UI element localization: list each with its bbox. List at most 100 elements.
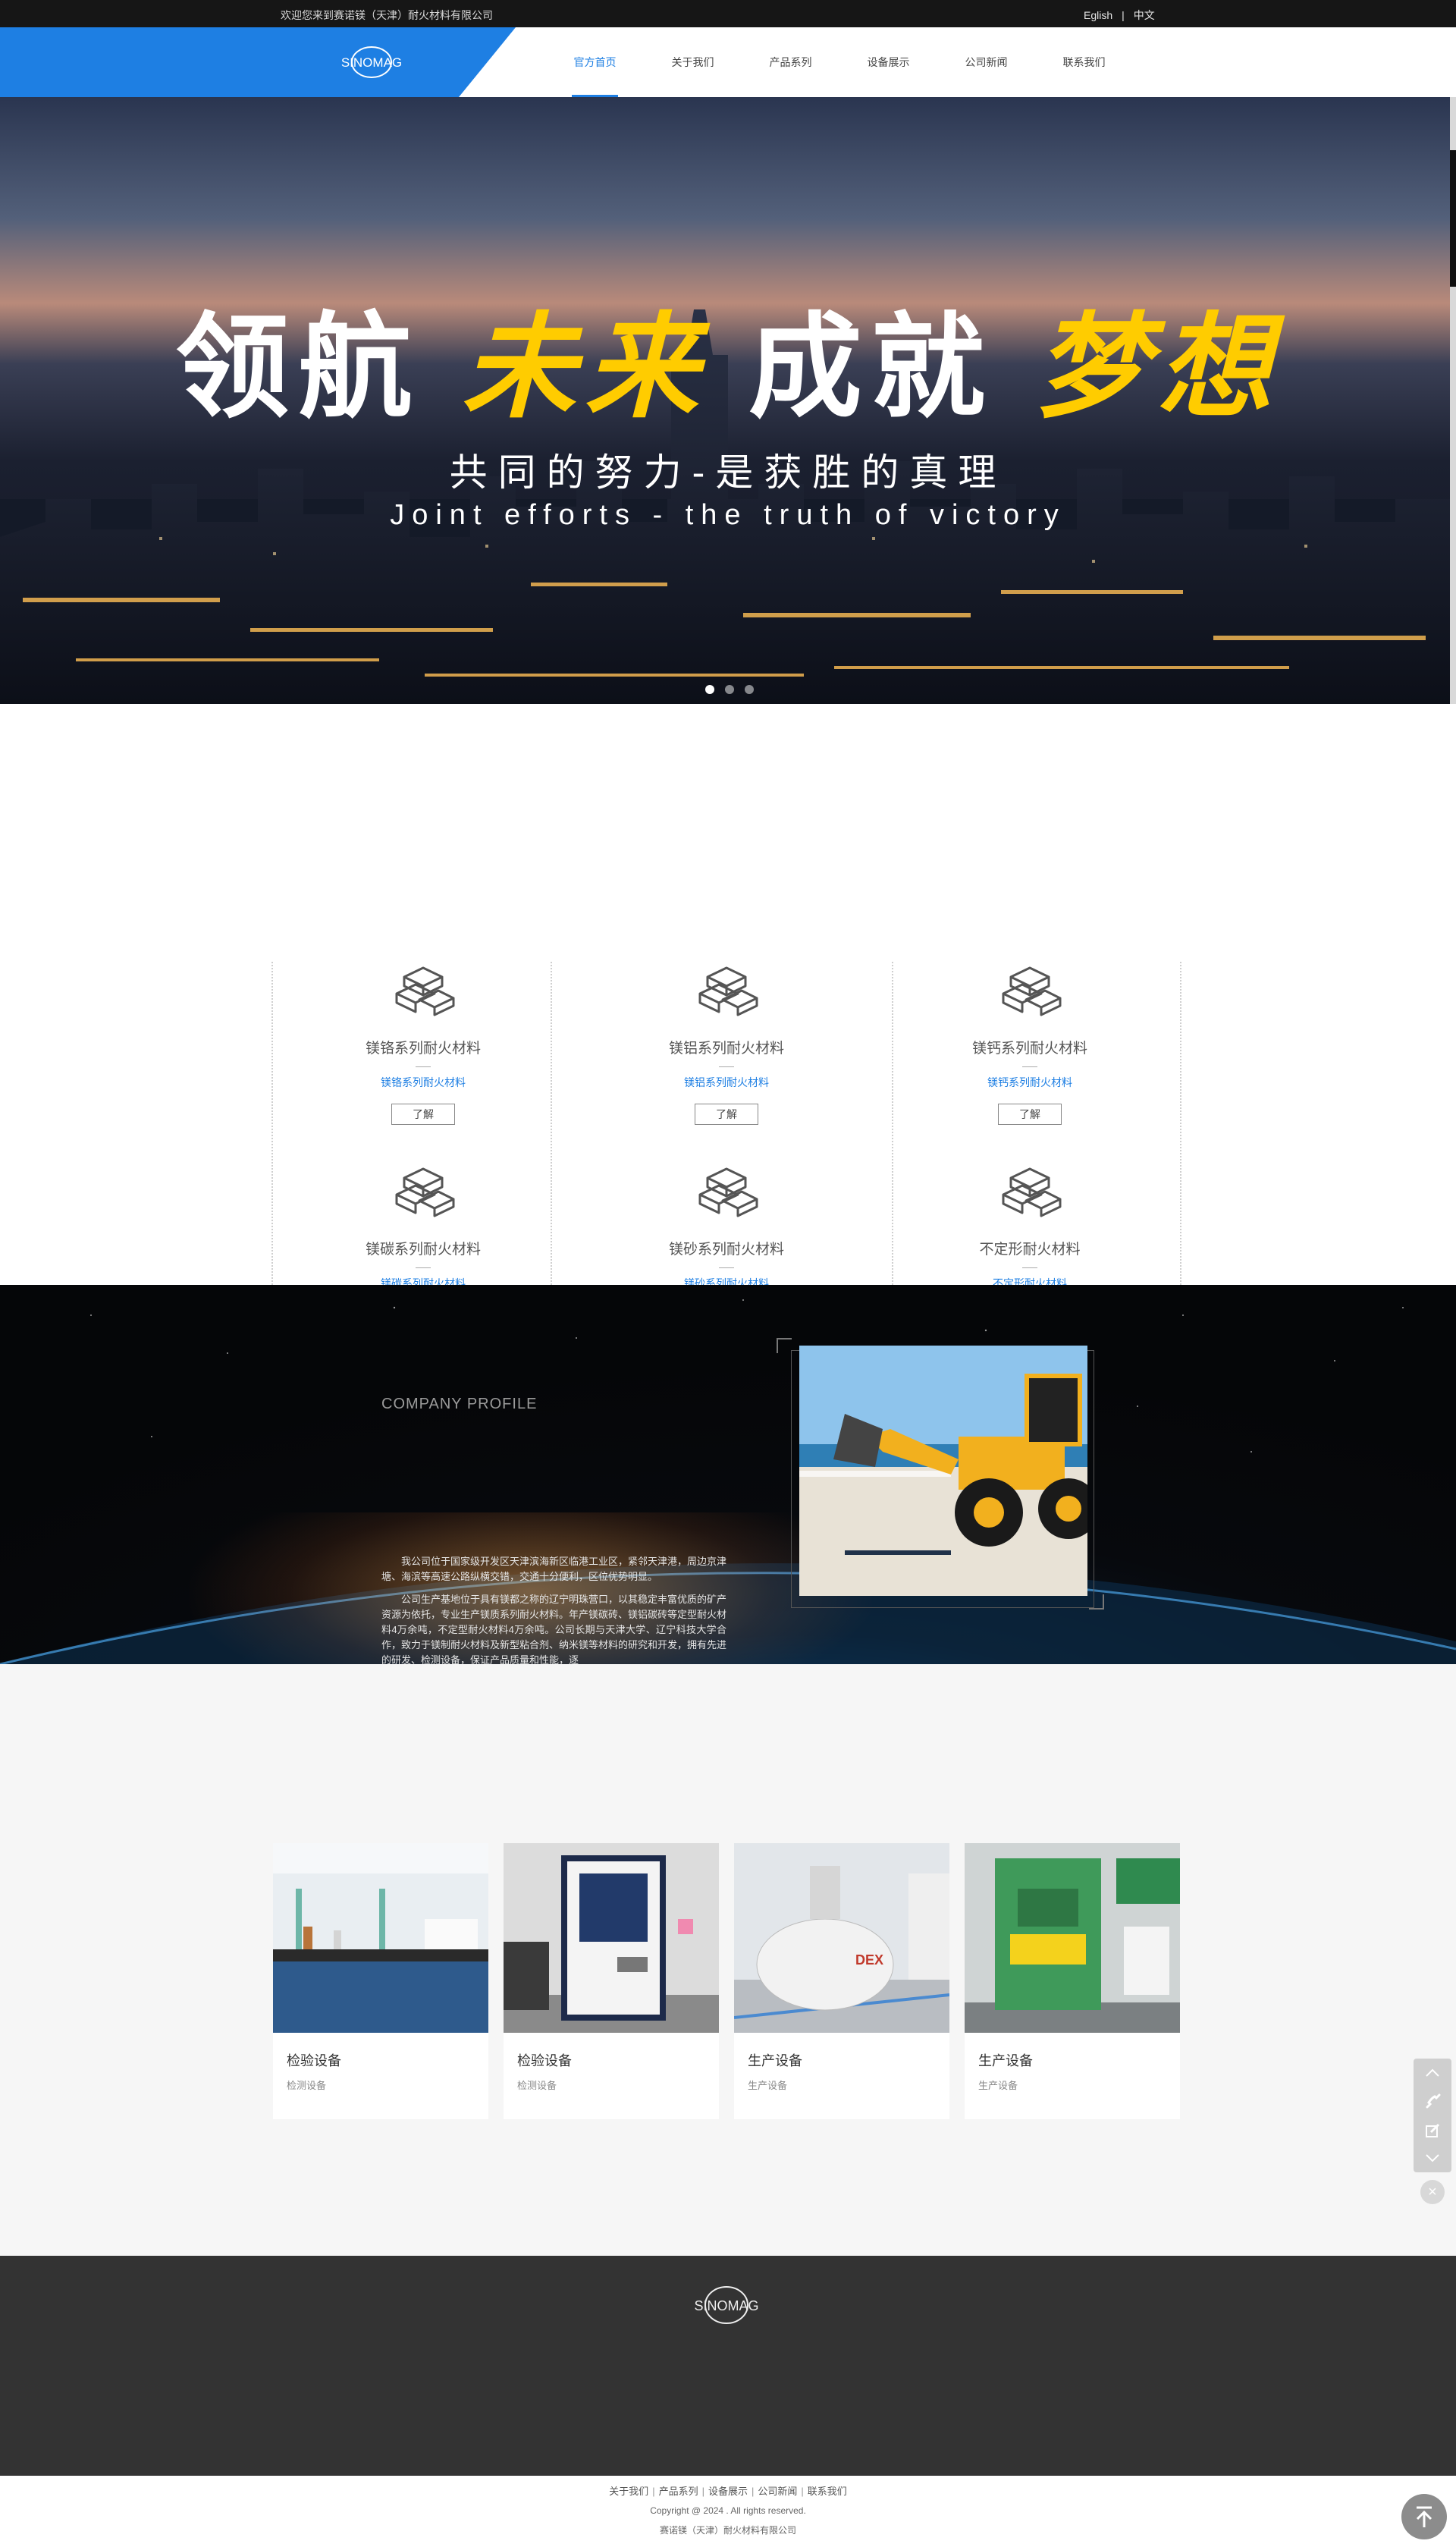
equipment-photo-mixer: DEX (733, 1843, 950, 2033)
slide-dot[interactable] (745, 685, 754, 694)
hero-banner[interactable]: 领航 未来 成就 梦想 共同的努力-是获胜的真理 Joint efforts -… (0, 97, 1456, 704)
equipment-subtitle: 检测设备 (287, 2080, 327, 2091)
product-card-6[interactable]: 不定形耐火材料 不定形耐火材料 了解 (878, 1163, 1181, 1285)
footer-link-contact[interactable]: 联系我们 (808, 2486, 847, 2497)
nav-home[interactable]: 官方首页 (546, 27, 644, 97)
product-name: 镁砂系列耐火材料 (668, 1242, 784, 1258)
nav-products[interactable]: 产品系列 (742, 27, 839, 97)
phone-icon[interactable] (1414, 2087, 1451, 2116)
profile-paragraph-1: 我公司位于国家级开发区天津滨海新区临港工业区，紧邻天津港，周边京津塘、海滨等高速… (381, 1556, 726, 1582)
divider (719, 1267, 734, 1268)
product-name: 镁碳系列耐火材料 (365, 1242, 481, 1258)
brick-stack-icon (395, 966, 455, 1016)
footer-link-equipment[interactable]: 设备展示 (708, 2486, 748, 2497)
chevron-up-icon[interactable] (1414, 2059, 1451, 2087)
hero-subtitle-english: Joint efforts - the truth of victory (390, 499, 1066, 531)
equipment-card-3[interactable]: DEX 生产设备 生产设备 (733, 1843, 950, 2119)
product-card-2[interactable]: 镁铝系列耐火材料 镁铝系列耐火材料 了解 (575, 962, 878, 1125)
scrollbar-thumb[interactable] (1450, 150, 1456, 287)
brick-stack-icon (395, 1167, 455, 1217)
site-footer: SINOMAG (0, 2256, 1456, 2476)
hero-slide-dots (705, 685, 754, 694)
products-section: 镁铬系列耐火材料 镁铬系列耐火材料 了解 镁铝系列耐火材料 镁铝系列耐火材料 了… (0, 704, 1456, 1285)
product-subtitle[interactable]: 镁铝系列耐火材料 (575, 1075, 878, 1090)
footer-link-about[interactable]: 关于我们 (609, 2486, 648, 2497)
footer-logo[interactable]: SINOMAG (681, 2279, 772, 2332)
footer-link-products[interactable]: 产品系列 (659, 2486, 698, 2497)
learn-more-button[interactable]: 了解 (998, 1104, 1062, 1125)
product-card-5[interactable]: 镁砂系列耐火材料 镁砂系列耐火材料 了解 (575, 1163, 878, 1285)
welcome-text: 欢迎您来到赛诺镁（天津）耐火材料有限公司 (281, 9, 493, 21)
divider (719, 1066, 734, 1067)
brick-stack-icon (698, 966, 758, 1016)
edit-icon[interactable] (1414, 2116, 1451, 2145)
equipment-photo-press (965, 1843, 1180, 2033)
side-float-toolbar (1414, 2059, 1451, 2172)
product-subtitle[interactable]: 镁碳系列耐火材料 (271, 1276, 575, 1285)
lang-chinese-link[interactable]: 中文 (1134, 9, 1155, 21)
equipment-card-1[interactable]: 检验设备 检测设备 (273, 1843, 488, 2119)
equipment-title: 检验设备 (287, 2053, 341, 2068)
nav-equipment[interactable]: 设备展示 (839, 27, 937, 97)
nav-contact[interactable]: 联系我们 (1035, 27, 1133, 97)
slide-dot[interactable] (725, 685, 734, 694)
product-subtitle[interactable]: 镁砂系列耐火材料 (575, 1276, 878, 1285)
product-name: 不定形耐火材料 (979, 1242, 1081, 1258)
equipment-photo-lab (273, 1843, 488, 2033)
hero-title: 领航 未来 成就 梦想 (0, 275, 1456, 440)
divider (416, 1066, 431, 1067)
equipment-section: 检验设备 检测设备 检验设备 检测设备 DEX 生产设备 生产设备 生产设备 生… (0, 1664, 1456, 2256)
company-profile-section: COMPANY PROFILE 我公司位于国家级开发区天津滨海新区临港工业区，紧… (0, 1285, 1456, 1664)
copyright-text: Copyright @ 2024 . All rights reserved. (650, 2505, 806, 2516)
equipment-subtitle: 生产设备 (978, 2080, 1018, 2091)
top-bar: 欢迎您来到赛诺镁（天津）耐火材料有限公司 Eglish | 中文 (0, 0, 1456, 27)
wheel-loader-photo (799, 1346, 1087, 1596)
slide-dot[interactable] (705, 685, 714, 694)
equipment-subtitle: 生产设备 (748, 2080, 788, 2091)
back-to-top-button[interactable] (1401, 2494, 1447, 2539)
product-subtitle[interactable]: 镁钙系列耐火材料 (878, 1075, 1181, 1090)
link-separator: | (752, 2486, 755, 2497)
language-switch: Eglish | 中文 (1079, 8, 1159, 23)
footer-link-news[interactable]: 公司新闻 (758, 2486, 797, 2497)
page-scrollbar[interactable] (1450, 97, 1456, 704)
sinomag-logo[interactable]: SINOMAG (326, 44, 417, 80)
divider (416, 1267, 431, 1268)
equipment-card-4[interactable]: 生产设备 生产设备 (965, 1843, 1180, 2119)
product-subtitle[interactable]: 不定形耐火材料 (878, 1276, 1181, 1285)
learn-more-button[interactable]: 了解 (695, 1104, 758, 1125)
lang-separator: | (1122, 9, 1125, 21)
divider (1022, 1267, 1037, 1268)
product-subtitle[interactable]: 镁铬系列耐火材料 (271, 1075, 575, 1090)
equipment-card-2[interactable]: 检验设备 检测设备 (504, 1843, 719, 2119)
lang-english-link[interactable]: Eglish (1084, 9, 1112, 21)
main-nav: 官方首页 关于我们 产品系列 设备展示 公司新闻 联系我们 (546, 27, 1133, 97)
product-card-1[interactable]: 镁铬系列耐火材料 镁铬系列耐火材料 了解 (271, 962, 575, 1125)
product-card-4[interactable]: 镁碳系列耐火材料 镁碳系列耐火材料 了解 (271, 1163, 575, 1285)
hero-title-part-2: 未来 (462, 300, 708, 434)
arrow-up-icon (1416, 2506, 1432, 2527)
product-name: 镁铝系列耐火材料 (668, 1041, 784, 1057)
hero-title-part-3: 成就 (748, 303, 994, 431)
nav-about[interactable]: 关于我们 (644, 27, 742, 97)
equipment-photo-analyzer (504, 1843, 719, 2033)
product-name: 镁铬系列耐火材料 (365, 1041, 481, 1057)
learn-more-button[interactable]: 了解 (391, 1104, 455, 1125)
link-separator: | (652, 2486, 655, 2497)
product-card-3[interactable]: 镁钙系列耐火材料 镁钙系列耐火材料 了解 (878, 962, 1181, 1125)
divider (1022, 1066, 1037, 1067)
product-grid: 镁铬系列耐火材料 镁铬系列耐火材料 了解 镁铝系列耐火材料 镁铝系列耐火材料 了… (271, 962, 1181, 1285)
frame-corner (1089, 1594, 1104, 1610)
nav-news[interactable]: 公司新闻 (937, 27, 1035, 97)
brick-stack-icon (1002, 966, 1062, 1016)
chevron-down-icon[interactable] (1414, 2144, 1451, 2172)
footer-links: 关于我们 | 产品系列 | 设备展示 | 公司新闻 | 联系我们 (0, 2483, 1456, 2498)
close-icon[interactable]: × (1420, 2180, 1445, 2204)
hero-title-part-4: 梦想 (1034, 300, 1281, 434)
frame-corner (777, 1338, 792, 1353)
link-separator: | (801, 2486, 804, 2497)
company-profile-text: 我公司位于国家级开发区天津滨海新区临港工业区，紧邻天津港，周边京津塘、海滨等高速… (381, 1554, 726, 1664)
site-header: SINOMAG 官方首页 关于我们 产品系列 设备展示 公司新闻 联系我们 (0, 27, 1456, 97)
brick-stack-icon (1002, 1167, 1062, 1217)
product-name: 镁钙系列耐火材料 (971, 1041, 1087, 1057)
